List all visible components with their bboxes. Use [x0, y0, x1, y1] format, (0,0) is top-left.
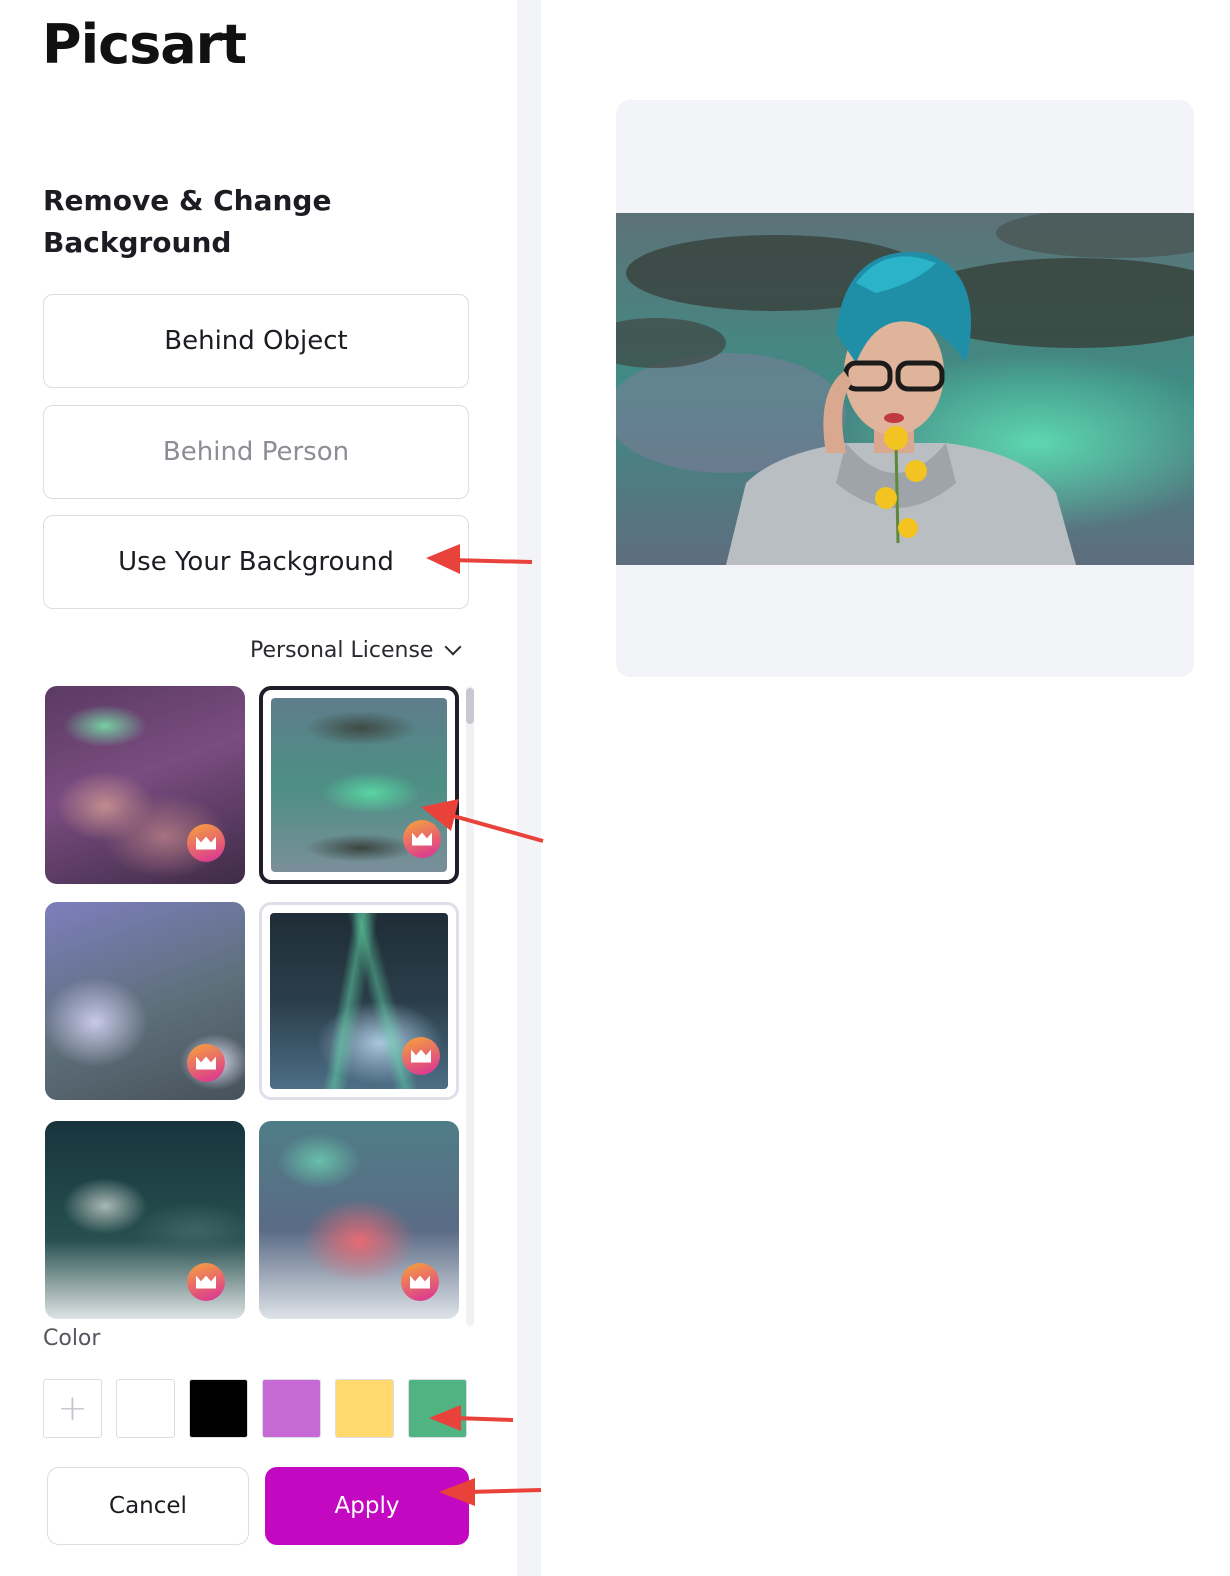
- panel-divider: [517, 0, 541, 1576]
- color-swatch-white[interactable]: [116, 1379, 175, 1438]
- annotation-arrow: [429, 1405, 514, 1431]
- annotation-arrow: [421, 799, 544, 843]
- premium-crown-icon: [401, 1263, 439, 1301]
- annotation-arrow: [426, 544, 533, 574]
- premium-crown-icon: [402, 1037, 440, 1075]
- behind-object-button[interactable]: Behind Object: [43, 294, 469, 388]
- left-panel: Picsart Remove & Change Background Behin…: [0, 0, 517, 1576]
- background-thumbnail[interactable]: [45, 902, 245, 1100]
- background-thumbnail[interactable]: [45, 686, 245, 884]
- background-thumbnail[interactable]: [45, 1121, 245, 1319]
- background-thumbnail[interactable]: [259, 1121, 459, 1319]
- chevron-down-icon: [444, 638, 462, 655]
- annotation-arrow: [439, 1478, 542, 1506]
- cancel-button[interactable]: Cancel: [47, 1467, 249, 1545]
- color-label: Color: [43, 1326, 101, 1351]
- preview-photo: [616, 213, 1194, 565]
- premium-crown-icon: [187, 824, 225, 862]
- premium-crown-icon: [187, 1263, 225, 1301]
- license-dropdown[interactable]: Personal License: [250, 638, 462, 663]
- background-thumbnail[interactable]: [259, 902, 459, 1100]
- panel-title: Remove & Change Background: [43, 184, 332, 259]
- add-color-button[interactable]: +: [43, 1379, 102, 1438]
- background-thumbnail-grid: [43, 686, 463, 1326]
- license-label: Personal License: [250, 638, 434, 663]
- color-swatch-black[interactable]: [189, 1379, 248, 1438]
- color-swatch-purple[interactable]: [262, 1379, 321, 1438]
- behind-person-button[interactable]: Behind Person: [43, 405, 469, 499]
- scrollbar-track[interactable]: [466, 686, 474, 1326]
- scrollbar-thumb[interactable]: [466, 688, 474, 724]
- background-thumbnail-selected[interactable]: [259, 686, 459, 884]
- premium-crown-icon: [187, 1044, 225, 1082]
- use-your-background-button[interactable]: Use Your Background: [43, 515, 469, 609]
- color-swatch-yellow[interactable]: [335, 1379, 394, 1438]
- picsart-logo[interactable]: Picsart: [42, 12, 247, 78]
- preview-image: [616, 213, 1194, 565]
